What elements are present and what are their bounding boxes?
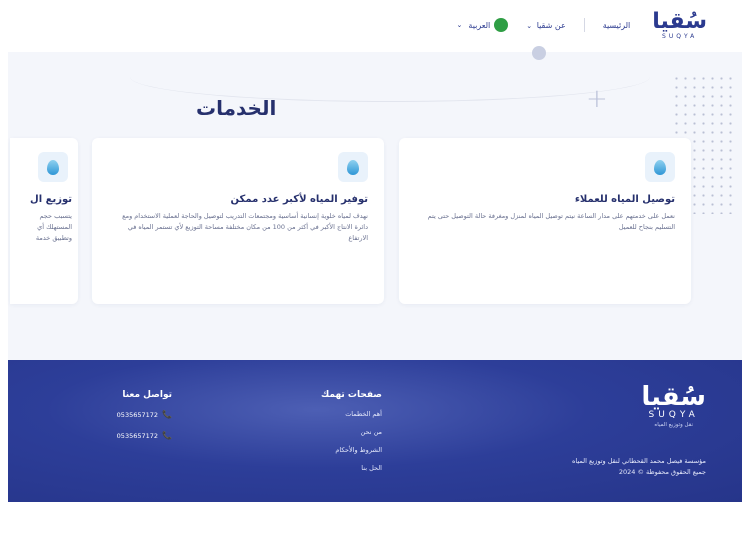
phone-number: 0535657172 <box>116 410 159 419</box>
plus-decoration-icon: + <box>586 84 608 114</box>
decorative-circle <box>532 46 546 60</box>
service-card-title: توصيل المياه للعملاء <box>574 194 675 205</box>
top-header: سُقيا SUQYA الرئيسية عن شقيا ⌄ العربية ⌄ <box>0 0 749 50</box>
water-drop-icon <box>645 152 675 182</box>
footer-about: مؤسسة فيصل محمد القحطاني لنقل وتوزيع الم… <box>546 456 706 478</box>
logo-arabic-text: سُقيا <box>652 8 707 34</box>
nav-about-label: عن شقيا <box>536 20 566 30</box>
footer-tagline: نقل وتوزيع المياه <box>654 422 694 428</box>
footer-link-terms[interactable]: الشروط والأحكام <box>321 446 382 454</box>
service-card-description: يتسبب حجم المستهلك أي وتطبيق خدمة <box>35 212 72 242</box>
nav-divider <box>583 18 585 32</box>
service-card-title: توفير المياه لأكبر عدد ممكن <box>230 194 368 205</box>
site-footer: سُقيا SUQYA نقل وتوزيع المياه مؤسسة فيصل… <box>8 360 742 502</box>
water-drop-icon <box>338 152 368 182</box>
nav-about[interactable]: عن شقيا ⌄ <box>526 21 565 30</box>
chevron-down-icon: ⌄ <box>456 21 463 29</box>
language-selector[interactable]: العربية ⌄ <box>457 18 509 32</box>
footer-links-title: صفحات تهمك <box>321 390 382 400</box>
phone-number: 0535657172 <box>116 431 159 440</box>
footer-copyright: جميع الحقوق محفوظة © 2024 <box>618 468 706 476</box>
footer-links-column: صفحات تهمك أهم الخطمات من نحن الشروط وال… <box>321 390 382 482</box>
phone-icon: 📞 <box>162 431 172 440</box>
service-card-distribution[interactable]: توزيع ال يتسبب حجم المستهلك أي وتطبيق خد… <box>10 138 78 304</box>
water-drop-icon <box>38 152 68 182</box>
services-title: الخدمات <box>196 96 277 120</box>
footer-logo-english: SUQYA <box>648 410 699 420</box>
footer-link-contact[interactable]: الحل بنا <box>321 464 382 472</box>
footer-logo-arabic: سُقيا <box>641 382 706 412</box>
footer-company-name: مؤسسة فيصل محمد القحطاني لنقل وتوزيع الم… <box>571 457 706 465</box>
logo-english-text: SUQYA <box>662 32 698 40</box>
phone-link[interactable]: 0535657172 📞 <box>117 431 172 440</box>
footer-link-about[interactable]: من نحن <box>321 428 382 436</box>
chevron-down-icon: ⌄ <box>526 21 533 30</box>
footer-logo[interactable]: سُقيا SUQYA نقل وتوزيع المياه <box>641 384 706 428</box>
service-card-title: توزيع ال <box>30 194 72 205</box>
nav-home[interactable]: الرئيسية <box>603 21 631 30</box>
footer-contact-column: تواصل معنا 0535657172 📞 0535657172 📞 <box>117 390 172 452</box>
phone-link[interactable]: 0535657172 📞 <box>117 410 172 419</box>
decorative-curve <box>130 52 650 102</box>
service-card-description: نهدف لمياه خلوية إنسانية أساسية ومجتمعات… <box>122 212 368 242</box>
flag-icon <box>494 18 509 32</box>
page-bottom-background <box>0 502 749 539</box>
footer-contact-title: تواصل معنا <box>122 390 172 400</box>
footer-link-services[interactable]: أهم الخطمات <box>321 410 382 418</box>
service-card-description: نعمل على خدمتهم على مدار الساعة نيتم توص… <box>427 212 675 231</box>
service-card-delivery[interactable]: توصيل المياه للعملاء نعمل على خدمتهم على… <box>399 138 691 304</box>
brand-logo[interactable]: سُقيا SUQYA <box>652 8 707 40</box>
service-card-supply[interactable]: توفير المياه لأكبر عدد ممكن نهدف لمياه خ… <box>92 138 384 304</box>
language-label: العربية <box>468 20 491 30</box>
phone-icon: 📞 <box>162 410 172 419</box>
